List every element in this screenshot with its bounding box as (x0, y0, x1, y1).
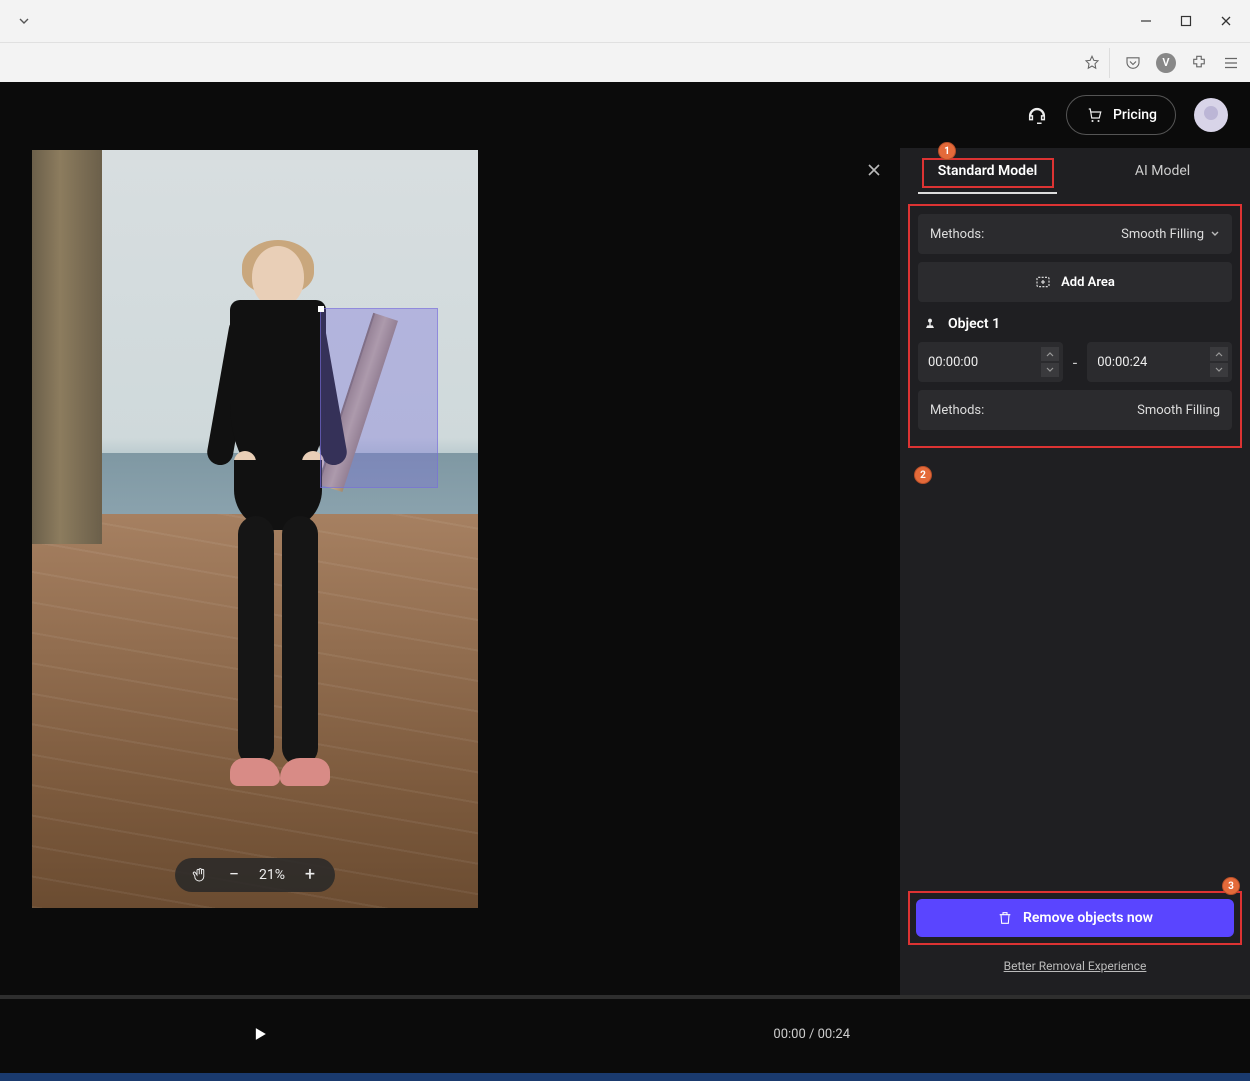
time-separator: / (806, 1027, 818, 1042)
hamburger-menu-icon[interactable] (1222, 54, 1240, 72)
highlight-box-3: Remove objects now (908, 891, 1242, 945)
timestamp: 00:00 / 00:24 (773, 1027, 850, 1042)
app-header: Pricing (0, 82, 1250, 148)
browser-toolbar: V (0, 42, 1250, 82)
cart-icon (1085, 106, 1103, 124)
tab-label: AI Model (1135, 163, 1190, 179)
time-separator: - (1073, 353, 1077, 372)
stamp-icon (922, 316, 938, 332)
remove-objects-button[interactable]: Remove objects now (916, 899, 1234, 937)
zoom-in-button[interactable]: + (301, 866, 319, 884)
scene-pillar (32, 150, 102, 544)
object-header: Object 1 (918, 310, 1232, 342)
playbar: 00:00 / 00:24 (0, 995, 1250, 1073)
methods-value: Smooth Filling (1121, 227, 1204, 242)
account-letter: V (1162, 56, 1169, 69)
bottom-strip (0, 1073, 1250, 1081)
spin-down-icon[interactable] (1041, 363, 1059, 377)
better-removal-link[interactable]: Better Removal Experience (900, 959, 1250, 973)
selection-handle[interactable] (318, 306, 324, 312)
total-time: 00:24 (818, 1027, 850, 1042)
methods-label: Methods: (930, 403, 984, 418)
play-button[interactable] (250, 1024, 270, 1044)
pricing-button[interactable]: Pricing (1066, 95, 1176, 135)
start-time-input[interactable]: 00:00:00 (918, 342, 1063, 382)
object-selection-box[interactable] (320, 308, 438, 488)
zoom-out-button[interactable]: − (225, 866, 243, 884)
callout-badge-2: 2 (914, 466, 932, 484)
video-viewer: − 21% + (0, 148, 900, 995)
extensions-icon[interactable] (1190, 54, 1208, 72)
current-time: 00:00 (773, 1027, 805, 1042)
zoom-percent: 21% (259, 867, 285, 883)
chevron-down-icon (1210, 229, 1220, 239)
avatar-icon (1204, 106, 1218, 120)
zoom-toolbar: − 21% + (175, 858, 335, 892)
spin-up-icon[interactable] (1210, 347, 1228, 361)
video-frame[interactable]: − 21% + (32, 150, 478, 908)
window-titlebar (0, 0, 1250, 42)
window-minimize-button[interactable] (1130, 7, 1162, 35)
spin-up-icon[interactable] (1041, 347, 1059, 361)
sidebar: 1 Standard Model AI Model Methods: Smoot… (900, 148, 1250, 995)
main-area: − 21% + 1 Standard Model AI Model Method… (0, 148, 1250, 995)
tab-label: Standard Model (938, 163, 1037, 179)
hand-tool-icon[interactable] (191, 866, 209, 884)
close-viewer-button[interactable] (866, 162, 882, 178)
tab-dropdown-icon[interactable] (8, 7, 40, 35)
add-area-button[interactable]: Add Area (918, 262, 1232, 302)
window-close-button[interactable] (1210, 7, 1242, 35)
callout-badge-1: 1 (938, 142, 956, 160)
trash-icon (997, 910, 1013, 926)
time-range-row: 00:00:00 - 00:00:24 (918, 342, 1232, 382)
callout-badge-3: 3 (1222, 877, 1240, 895)
methods-value: Smooth Filling (1137, 403, 1220, 418)
support-headset-icon[interactable] (1026, 104, 1048, 126)
user-avatar[interactable] (1194, 98, 1228, 132)
add-area-icon (1035, 274, 1051, 290)
add-area-label: Add Area (1061, 275, 1115, 290)
spin-down-icon[interactable] (1210, 363, 1228, 377)
tab-standard-model[interactable]: Standard Model (900, 148, 1075, 194)
highlight-box-2: Methods: Smooth Filling Add Area (908, 204, 1242, 448)
time-spinner[interactable] (1041, 346, 1059, 378)
start-time-value: 00:00:00 (928, 355, 978, 370)
pricing-label: Pricing (1113, 107, 1157, 123)
bookmark-star-icon[interactable] (1083, 54, 1101, 72)
methods-label: Methods: (930, 227, 984, 242)
end-time-input[interactable]: 00:00:24 (1087, 342, 1232, 382)
object-title: Object 1 (948, 316, 1000, 332)
methods-row-object[interactable]: Methods: Smooth Filling (918, 390, 1232, 430)
remove-button-label: Remove objects now (1023, 910, 1153, 926)
tab-ai-model[interactable]: AI Model (1075, 148, 1250, 194)
account-badge[interactable]: V (1156, 53, 1176, 73)
end-time-value: 00:00:24 (1097, 355, 1147, 370)
playback-controls: 00:00 / 00:24 (0, 999, 1250, 1069)
time-spinner[interactable] (1210, 346, 1228, 378)
pocket-icon[interactable] (1124, 54, 1142, 72)
methods-row-global[interactable]: Methods: Smooth Filling (918, 214, 1232, 254)
window-maximize-button[interactable] (1170, 7, 1202, 35)
